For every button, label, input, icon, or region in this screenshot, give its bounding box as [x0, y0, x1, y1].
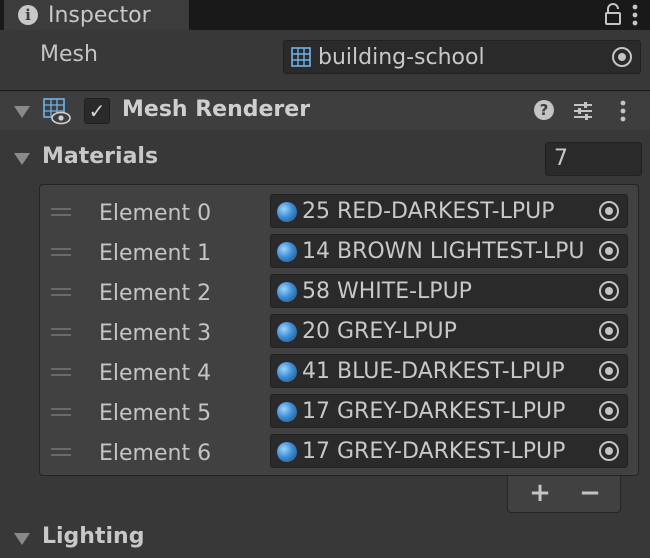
tab-inspector[interactable]: i Inspector — [4, 0, 190, 30]
help-icon[interactable]: ? — [534, 100, 554, 120]
drag-handle-icon[interactable] — [51, 448, 71, 456]
list-item: Element 1 14 BROWN LIGHTEST-LPUP — [40, 231, 640, 271]
mesh-object-field[interactable]: building-school — [283, 40, 641, 74]
material-object-field[interactable]: 14 BROWN LIGHTEST-LPUP — [270, 234, 628, 268]
object-picker-icon — [599, 361, 619, 381]
object-picker-icon — [599, 441, 619, 461]
add-element-button[interactable]: + — [526, 478, 554, 508]
materials-label[interactable]: Materials — [42, 144, 158, 169]
object-picker-icon — [599, 241, 619, 261]
material-icon — [277, 402, 297, 422]
material-object-field[interactable]: 20 GREY-LPUP — [270, 314, 628, 348]
material-object-field[interactable]: 58 WHITE-LPUP — [270, 274, 628, 308]
list-item: Element 0 25 RED-DARKEST-LPUP — [40, 191, 640, 231]
material-picker-button[interactable] — [591, 435, 627, 467]
drag-handle-icon[interactable] — [51, 288, 71, 296]
material-value: 17 GREY-DARKEST-LPUP — [302, 439, 566, 464]
material-picker-button[interactable] — [591, 355, 627, 387]
enabled-checkbox[interactable]: ✓ — [84, 98, 110, 124]
divider — [0, 90, 650, 91]
materials-size-field[interactable]: 7 — [545, 142, 642, 176]
foldout-arrow-icon[interactable] — [14, 533, 30, 545]
drag-handle-icon[interactable] — [51, 408, 71, 416]
list-item: Element 2 58 WHITE-LPUP — [40, 271, 640, 311]
list-item: Element 3 20 GREY-LPUP — [40, 311, 640, 351]
list-item: Element 4 41 BLUE-DARKEST-LPUP — [40, 351, 640, 391]
element-label: Element 2 — [99, 281, 212, 306]
drag-handle-icon[interactable] — [51, 328, 71, 336]
material-value: 58 WHITE-LPUP — [302, 279, 472, 304]
drag-handle-icon[interactable] — [51, 208, 71, 216]
material-object-field[interactable]: 17 GREY-DARKEST-LPUP — [270, 434, 628, 468]
material-value: 41 BLUE-DARKEST-LPUP — [302, 359, 565, 384]
material-icon — [277, 282, 297, 302]
mesh-label: Mesh — [40, 42, 98, 67]
drag-handle-icon[interactable] — [51, 248, 71, 256]
mesh-renderer-title: Mesh Renderer — [122, 97, 311, 122]
material-value: 14 BROWN LIGHTEST-LPUP — [302, 239, 586, 264]
remove-element-button[interactable]: − — [576, 478, 604, 508]
object-picker-icon — [599, 321, 619, 341]
material-picker-button[interactable] — [591, 235, 627, 267]
material-object-field[interactable]: 17 GREY-DARKEST-LPUP — [270, 394, 628, 428]
element-label: Element 3 — [99, 321, 212, 346]
mesh-renderer-icon — [43, 98, 71, 125]
material-picker-button[interactable] — [591, 395, 627, 427]
material-picker-button[interactable] — [591, 315, 627, 347]
list-item: Element 5 17 GREY-DARKEST-LPUP — [40, 391, 640, 431]
element-label: Element 0 — [99, 201, 212, 226]
material-value: 17 GREY-DARKEST-LPUP — [302, 399, 566, 424]
material-value: 25 RED-DARKEST-LPUP — [302, 199, 555, 224]
material-picker-button[interactable] — [591, 195, 627, 227]
list-footer: + − — [507, 476, 621, 513]
material-value: 20 GREY-LPUP — [302, 319, 457, 344]
material-icon — [277, 442, 297, 462]
lock-icon[interactable] — [604, 3, 622, 25]
tab-inspector-label: Inspector — [48, 2, 151, 28]
lighting-label[interactable]: Lighting — [42, 524, 144, 549]
mesh-value: building-school — [318, 45, 485, 70]
tab-bar: i Inspector — [0, 0, 650, 30]
element-label: Element 6 — [99, 441, 212, 466]
mesh-grid-icon — [291, 47, 311, 67]
object-picker-icon — [599, 281, 619, 301]
list-item: Element 6 17 GREY-DARKEST-LPUP — [40, 431, 640, 471]
object-picker-icon — [599, 201, 619, 221]
mesh-filter-section: Mesh building-school — [0, 30, 650, 90]
material-icon — [277, 202, 297, 222]
element-label: Element 5 — [99, 401, 212, 426]
drag-handle-icon[interactable] — [51, 368, 71, 376]
foldout-arrow-icon[interactable] — [14, 106, 30, 118]
object-picker-icon — [612, 47, 632, 67]
info-icon: i — [18, 5, 38, 25]
mesh-renderer-header[interactable]: ✓ Mesh Renderer ? — [0, 92, 650, 130]
material-icon — [277, 322, 297, 342]
object-picker-icon — [599, 401, 619, 421]
material-picker-button[interactable] — [591, 275, 627, 307]
foldout-arrow-icon[interactable] — [14, 153, 30, 165]
element-label: Element 4 — [99, 361, 212, 386]
material-icon — [277, 242, 297, 262]
kebab-menu-icon[interactable] — [620, 100, 626, 122]
element-label: Element 1 — [99, 241, 212, 266]
presets-icon[interactable] — [572, 100, 594, 122]
kebab-menu-icon[interactable] — [632, 4, 638, 26]
mesh-picker-button[interactable] — [604, 41, 640, 73]
material-object-field[interactable]: 25 RED-DARKEST-LPUP — [270, 194, 628, 228]
material-object-field[interactable]: 41 BLUE-DARKEST-LPUP — [270, 354, 628, 388]
materials-list: Element 0 25 RED-DARKEST-LPUP Element 1 … — [39, 184, 639, 476]
material-icon — [277, 362, 297, 382]
